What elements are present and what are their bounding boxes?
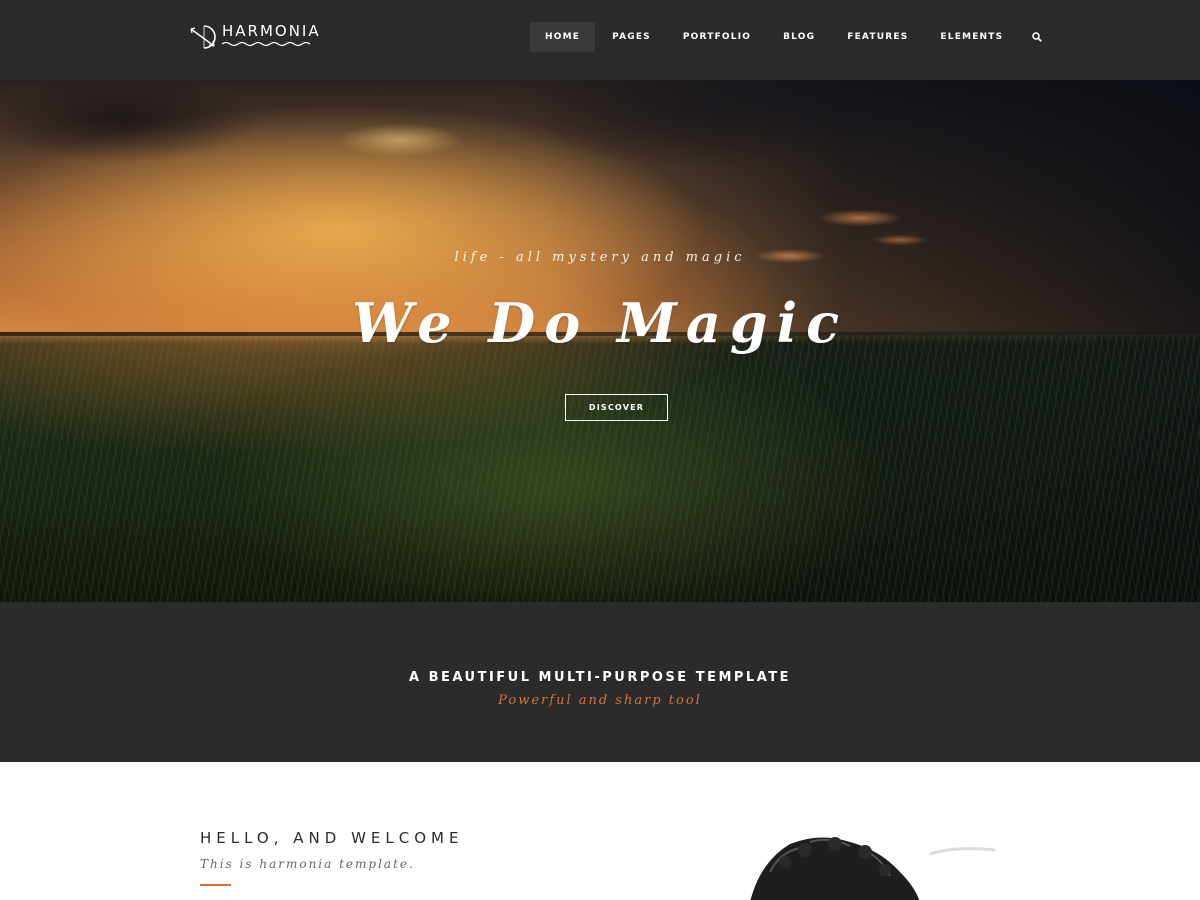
nav-item-features[interactable]: FEATURES (832, 22, 923, 52)
main-nav: HOME PAGES PORTFOLIO BLOG FEATURES ELEME… (530, 22, 1052, 52)
nav-item-portfolio[interactable]: PORTFOLIO (668, 22, 766, 52)
hero-title: We Do Magic (352, 291, 848, 355)
banner-title: A BEAUTIFUL MULTI-PURPOSE TEMPLATE (408, 670, 791, 685)
welcome-title: HELLO, AND WELCOME (200, 829, 464, 847)
logo-wordmark: HARMONIA (222, 22, 321, 47)
welcome-subtitle: This is harmonia template. (200, 857, 415, 871)
nav-item-elements[interactable]: ELEMENTS (925, 22, 1018, 52)
nav-item-blog[interactable]: BLOG (768, 22, 830, 52)
banner-subtitle: Powerful and sharp tool (498, 693, 702, 708)
nav-item-home[interactable]: HOME (530, 22, 596, 52)
site-header: HARMONIA HOME PAGES PORTFOLIO BLOG FEATU… (0, 0, 1200, 80)
hero-tagline: life - all mystery and magic (454, 250, 746, 265)
welcome-section: HELLO, AND WELCOME This is harmonia temp… (0, 762, 1200, 900)
site-logo[interactable]: HARMONIA (190, 22, 321, 54)
hero-section: life - all mystery and magic We Do Magic… (0, 80, 1200, 602)
intro-banner: A BEAUTIFUL MULTI-PURPOSE TEMPLATE Power… (0, 602, 1200, 762)
wave-decoration-icon (222, 41, 310, 47)
discover-button[interactable]: DISCOVER (565, 394, 668, 421)
bow-arrow-icon (190, 25, 216, 49)
nav-item-pages[interactable]: PAGES (597, 22, 666, 52)
hero-field-image (0, 335, 1200, 602)
logo-text: HARMONIA (222, 22, 321, 40)
search-button[interactable] (1022, 22, 1052, 52)
portrait-image (750, 837, 996, 900)
search-icon (1032, 32, 1043, 42)
accent-divider (200, 884, 231, 886)
